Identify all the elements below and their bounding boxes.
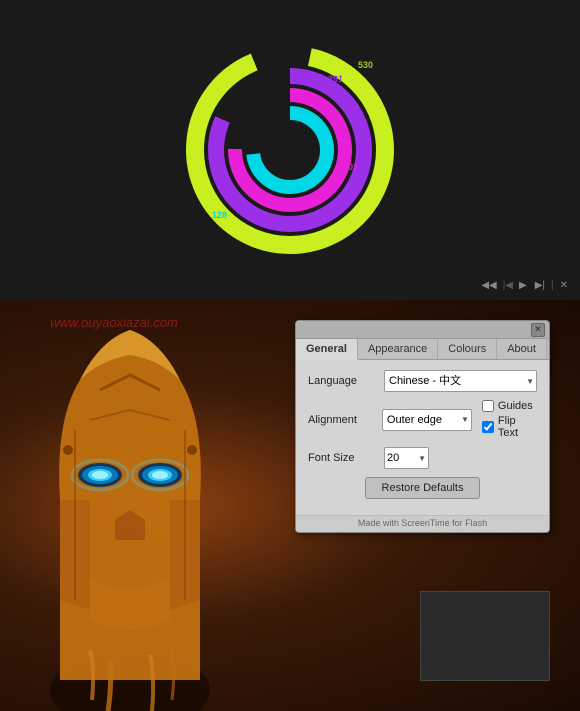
language-select[interactable]: Chinese - 中文 English French: [384, 370, 537, 392]
fliptext-label: Flip Text: [498, 415, 537, 439]
chart-container: 530 291 201 128: [180, 40, 400, 260]
ctrl-separator2: |: [551, 280, 554, 291]
ctrl-close[interactable]: ✕: [558, 279, 570, 292]
alignment-select[interactable]: Outer edge Inner edge Center: [382, 409, 472, 431]
top-panel: 530 291 201 128 ◀◀ |◀ ▶ ▶| | ✕: [0, 0, 580, 300]
ctrl-forward[interactable]: ▶|: [533, 279, 547, 292]
fontsize-select-wrapper: 12 14 16 18 20 22 ▼: [384, 447, 429, 469]
guides-checkbox[interactable]: [482, 400, 494, 412]
restore-defaults-button[interactable]: Restore Defaults: [365, 477, 481, 499]
tab-general[interactable]: General: [296, 339, 358, 360]
guides-row: Guides: [482, 400, 537, 412]
language-row: Language Chinese - 中文 English French ▼: [308, 370, 537, 392]
donut-chart: 530 291 201 128: [180, 40, 400, 260]
fliptext-checkbox[interactable]: [482, 421, 494, 433]
bottom-panel: www.ouyaoxiazai.com ✕ General Appearance…: [0, 300, 580, 711]
guides-label: Guides: [498, 400, 533, 412]
ironman-helmet: [0, 300, 270, 711]
settings-panel: ✕ General Appearance Colours About Langu…: [295, 320, 550, 533]
dark-preview-box: [420, 591, 550, 681]
label-530: 530: [358, 60, 373, 70]
settings-body: Language Chinese - 中文 English French ▼ A…: [296, 360, 549, 515]
tab-appearance[interactable]: Appearance: [358, 339, 438, 359]
alignment-row: Alignment Outer edge Inner edge Center ▼…: [308, 400, 537, 439]
fontsize-wrapper: 12 14 16 18 20 22 ▼: [384, 447, 429, 469]
fliptext-row: Flip Text: [482, 415, 537, 439]
language-label: Language: [308, 375, 378, 387]
tabs-row: General Appearance Colours About: [296, 339, 549, 360]
fontsize-select[interactable]: 12 14 16 18 20 22: [384, 447, 429, 469]
checkbox-group: Guides Flip Text: [482, 400, 537, 439]
ctrl-rewind[interactable]: ◀◀: [479, 279, 498, 292]
alignment-select-wrapper: Outer edge Inner edge Center ▼: [382, 409, 472, 431]
alignment-label: Alignment: [308, 414, 376, 426]
settings-titlebar: ✕: [296, 321, 549, 339]
label-291: 291: [328, 74, 343, 84]
controls-bar: ◀◀ |◀ ▶ ▶| | ✕: [479, 279, 570, 292]
close-button[interactable]: ✕: [531, 323, 545, 337]
footer-text: Made with ScreenTime for Flash: [296, 515, 549, 532]
ctrl-separator1: |◀: [503, 280, 513, 291]
ring-cyan: [253, 113, 327, 187]
tab-about[interactable]: About: [497, 339, 547, 359]
tab-colours[interactable]: Colours: [438, 339, 497, 359]
fontsize-label: Font Size: [308, 452, 378, 464]
label-128: 128: [212, 210, 227, 220]
language-select-wrapper: Chinese - 中文 English French ▼: [384, 370, 537, 392]
fontsize-row: Font Size 12 14 16 18 20 22 ▼: [308, 447, 537, 469]
ctrl-play[interactable]: ▶: [517, 279, 529, 292]
label-201: 201: [343, 162, 358, 172]
